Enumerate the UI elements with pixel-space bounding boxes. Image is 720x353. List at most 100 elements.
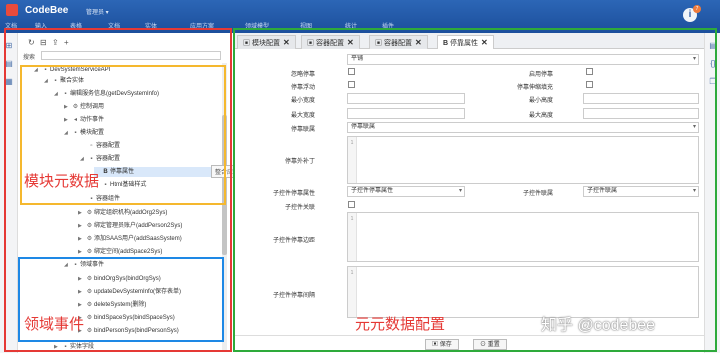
search-input[interactable] xyxy=(41,51,221,60)
child-dock-margin-label: 子控件停靠边距 xyxy=(272,238,315,244)
tree-node[interactable]: ▶ ◂ 动作事件 xyxy=(64,115,104,125)
tree-node[interactable]: ▶ ⚙ 添加SAAS用户(addSaasSystem) xyxy=(78,234,182,244)
tree-node[interactable]: ◢ ▪ 聚合实体 xyxy=(44,76,84,86)
gear-icon: ⚙ xyxy=(86,236,93,242)
add-icon[interactable]: + xyxy=(64,38,69,48)
tab-dock-props[interactable]: B 停靠属性 ✕ xyxy=(437,35,494,49)
refresh-icon[interactable]: ↻ xyxy=(28,38,35,48)
child-dock-props-select[interactable]: 子控件停靠属性 xyxy=(347,186,465,197)
tree-node[interactable]: ◢ ▪ 编辑服务信息(getDevSystemInfo) xyxy=(54,89,159,99)
topmenu-item[interactable]: 表格 xyxy=(70,21,82,30)
min-width-input[interactable] xyxy=(347,93,465,104)
tree-node[interactable]: ▶ ⚙ 绑定空间(addSpace2Sys) xyxy=(78,247,162,257)
top-bar: CodeBee 管理员 ▾ 文档 输入 表格 文档 实体 应用方案 领域模型 视… xyxy=(0,0,720,33)
dock-props-form: 平铺 忽略停靠 启用停靠 停靠浮动 停靠伸缩填充 最小宽度 最小高度 最大宽度 … xyxy=(233,50,704,335)
tree-panel: ↻ ⊟ ⇪ + 搜索 ◢ ▪ DevSystemServiceAPI ◢ ▪ 聚合实体 … xyxy=(18,33,231,353)
dock-enable-label: 启用停靠 xyxy=(528,72,553,78)
tree-node[interactable]: ◢ ▪ DevSystemServiceAPI xyxy=(34,65,110,75)
panel-icon[interactable]: ▤ xyxy=(708,41,718,51)
topmenu-item[interactable]: 输入 xyxy=(35,21,47,30)
min-height-input[interactable] xyxy=(583,93,699,104)
tree-node[interactable]: ▶ ⚙ 绑定管理员账户(addPerson2Sys) xyxy=(78,221,182,231)
app-name: CodeBee xyxy=(25,5,69,16)
save-button[interactable]: ▣ 保存 xyxy=(425,339,459,350)
gear-icon: ⚙ xyxy=(86,302,93,308)
annotation-domain-event: 领域事件 xyxy=(24,316,85,333)
tree-node[interactable]: ◢ ▪ 模块配置 xyxy=(64,128,104,138)
code-braces-icon[interactable]: {} xyxy=(708,59,718,69)
topmenu-item[interactable]: 应用方案 xyxy=(190,21,214,30)
dock-enable-checkbox[interactable] xyxy=(586,68,593,75)
tab-container-config-2[interactable]: ▣ 容器配置 ✕ xyxy=(369,35,428,49)
child-dock-group-select[interactable]: 子控件联属 xyxy=(583,186,699,197)
line-number: 1 xyxy=(348,213,357,261)
folder-icon: ▪ xyxy=(74,262,77,268)
child-dock-related-label: 子控件关联 xyxy=(284,205,315,211)
tree-node[interactable]: ▶ ⚙ deleteSystem(删除) xyxy=(78,300,146,310)
dock-ignore-checkbox[interactable] xyxy=(348,68,355,75)
annotation-module-meta: 模块元数据 xyxy=(24,173,100,190)
tab-bar: ▣ 模块配置 ✕ ▣ 容器配置 ✕ ▣ 容器配置 ✕ B 停靠属性 ✕ xyxy=(233,33,704,49)
topmenu-item[interactable]: 视图 xyxy=(300,21,312,30)
line-number: 1 xyxy=(348,267,357,317)
left-rail: ⊞ ▤ ▦ xyxy=(0,33,18,353)
document-icon[interactable]: ▤ xyxy=(4,59,14,69)
tree-node[interactable]: ▶ ⚙ 控制调用 xyxy=(64,102,104,112)
right-rail: ▤ {} ❐ xyxy=(704,33,720,353)
min-height-label: 最小高度 xyxy=(528,98,553,104)
dock-stretch-label: 停靠伸缩填充 xyxy=(516,85,553,91)
delete-icon[interactable]: ⊟ xyxy=(40,38,47,48)
topmenu-item[interactable]: 文档 xyxy=(5,21,17,30)
tab-module-config[interactable]: ▣ 模块配置 ✕ xyxy=(237,35,296,49)
tree-node[interactable]: ▶ ⚙ updateDevSystemInfo(保存表单) xyxy=(78,287,181,297)
tree-node-selected[interactable]: B 停靠属性 xyxy=(94,167,222,177)
dock-float-checkbox[interactable] xyxy=(348,81,355,88)
close-icon: ✕ xyxy=(414,38,422,47)
child-dock-related-checkbox[interactable] xyxy=(348,201,355,208)
watermark: 知乎 @codebee xyxy=(541,317,656,334)
module-icon[interactable]: ⊞ xyxy=(4,41,14,51)
upload-icon[interactable]: ⇪ xyxy=(52,38,59,48)
tree-scrollbar[interactable] xyxy=(222,63,227,351)
tree-node[interactable]: ▪ 容器组件 xyxy=(80,194,120,204)
max-height-input[interactable] xyxy=(583,108,699,119)
topmenu-item[interactable]: 文档 xyxy=(108,21,120,30)
topmenu-item[interactable]: 统计 xyxy=(345,21,357,30)
child-dock-margin-editor[interactable]: 1 xyxy=(347,212,699,262)
user-menu[interactable]: 管理员 ▾ xyxy=(86,7,109,16)
tree-node[interactable]: ▪ Html基础样式 xyxy=(94,180,146,190)
scrollbar-thumb[interactable] xyxy=(222,115,227,255)
event-icon: ◂ xyxy=(73,117,77,123)
tree-node[interactable]: ◢ ▪ 领域事件 xyxy=(64,260,104,270)
dock-margin-editor[interactable]: 1 xyxy=(347,136,699,184)
tree-node[interactable]: ▫ 容器配置 xyxy=(80,141,120,151)
tree-search: 搜索 xyxy=(23,51,223,61)
max-width-input[interactable] xyxy=(347,108,465,119)
tree-node[interactable]: ▶ ⚙ bindOrgSys(bindOrgSys) xyxy=(78,274,161,284)
tree-node[interactable]: ▶ ⚙ bindSpaceSys(bindSpaceSys) xyxy=(78,313,175,323)
top-menu: 文档 输入 表格 文档 实体 应用方案 领域模型 视图 统计 插件 xyxy=(0,21,440,33)
dock-select[interactable]: 平铺 xyxy=(347,54,699,65)
copy-icon[interactable]: ❐ xyxy=(708,77,718,87)
max-height-label: 最大高度 xyxy=(528,113,553,119)
topmenu-item[interactable]: 插件 xyxy=(382,21,394,30)
tree-node[interactable]: ◢ ▪ 容器配置 xyxy=(80,154,120,164)
line-number: 1 xyxy=(348,137,357,183)
tree-node[interactable]: ▶ ▪ 实体字段 xyxy=(54,342,94,352)
tab-container-config[interactable]: ▣ 容器配置 ✕ xyxy=(301,35,360,49)
dock-float-label: 停靠浮动 xyxy=(290,85,315,91)
topmenu-item[interactable]: 领域模型 xyxy=(245,21,269,30)
tree-node[interactable]: ▶ ⚙ bindPersonSys(bindPersonSys) xyxy=(78,326,179,336)
topmenu-item[interactable]: 实体 xyxy=(145,21,157,30)
dock-stretch-checkbox[interactable] xyxy=(586,81,593,88)
gear-icon: ⚙ xyxy=(86,210,93,216)
tree: ◢ ▪ DevSystemServiceAPI ◢ ▪ 聚合实体 ◢ ▪ 编辑服务信息(ge… xyxy=(18,63,223,353)
reset-button[interactable]: ⊙ 重置 xyxy=(473,339,507,350)
gear-icon: ⚙ xyxy=(86,249,93,255)
tree-node[interactable]: ▶ ⚙ 绑定组织机构(addOrg2Sys) xyxy=(78,208,167,218)
gear-icon: ⚙ xyxy=(86,289,93,295)
grid-icon[interactable]: ▦ xyxy=(4,77,14,87)
child-dock-props-label: 子控件停靠属性 xyxy=(272,191,315,197)
folder-icon: ▪ xyxy=(64,344,67,350)
dock-group-select[interactable]: 停靠联属 xyxy=(347,122,699,133)
